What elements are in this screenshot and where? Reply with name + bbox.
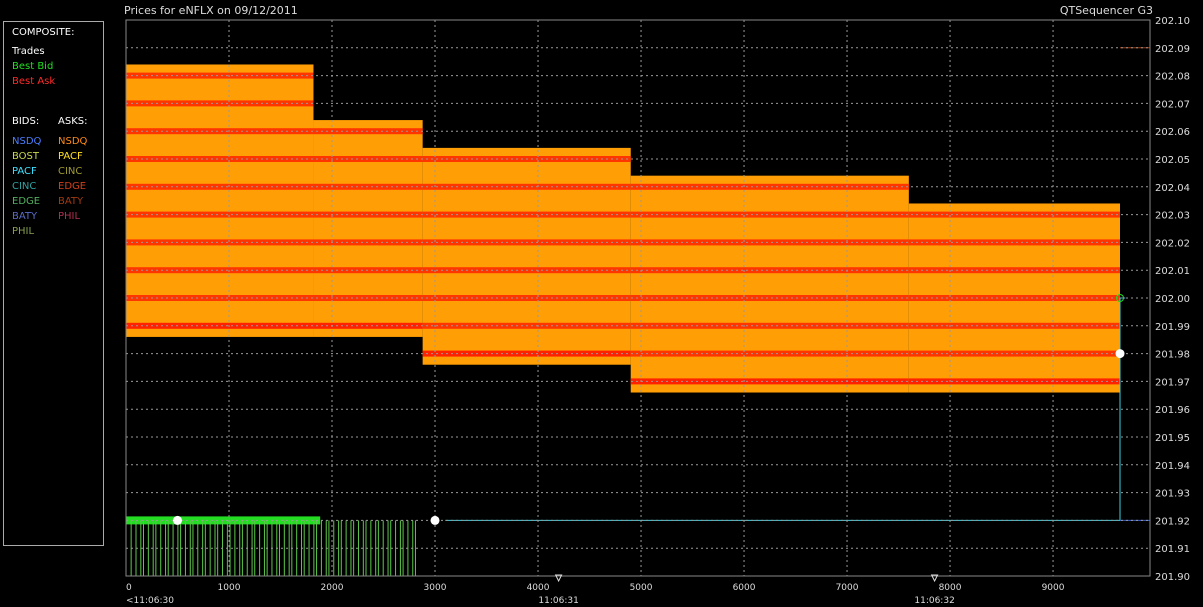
y-tick-label: 201.96 [1155,405,1190,416]
time-marker-label: 11:06:31 [538,596,578,606]
x-tick-label: 8000 [939,583,962,593]
y-tick-label: 202.01 [1155,266,1190,277]
y-tick-label: 202.09 [1155,44,1190,55]
x-tick-label: 5000 [630,583,653,593]
ask-price-stripe [126,100,314,107]
y-tick-label: 201.95 [1155,433,1190,444]
x-tick-label: 6000 [733,583,756,593]
ask-price-stripe [908,322,1120,329]
ask-price-stripe [126,239,314,246]
ask-price-stripe [126,183,314,190]
trade-point [1115,349,1125,359]
ask-price-stripe [126,72,314,79]
x-tick-label: 4000 [527,583,550,593]
x-tick-label: 1000 [218,583,241,593]
y-tick-label: 202.03 [1155,211,1190,222]
y-tick-label: 202.10 [1155,16,1190,27]
ask-depth-segment [422,147,631,365]
ask-price-stripe [908,378,1120,385]
ask-price-stripe [908,295,1120,301]
ask-depth-segment [630,175,909,393]
x-tick-label: 0 [126,583,132,593]
ask-price-stripe [908,239,1120,246]
y-tick-label: 201.94 [1155,461,1190,472]
y-tick-label: 201.97 [1155,377,1190,388]
y-tick-label: 202.06 [1155,127,1190,138]
y-tick-label: 201.99 [1155,322,1190,333]
ask-price-stripe [908,267,1120,274]
y-tick-label: 201.91 [1155,544,1190,555]
y-tick-label: 202.04 [1155,183,1190,194]
ask-depth-segment [313,120,423,337]
ask-price-stripe [126,128,314,135]
y-tick-label: 201.93 [1155,489,1190,500]
trade-point [430,515,440,525]
time-marker-label: 11:06:32 [914,596,954,606]
x-tick-label: 3000 [424,583,447,593]
trade-point [173,515,183,525]
ask-price-stripe [126,267,314,274]
y-tick-label: 201.98 [1155,350,1190,361]
y-tick-label: 202.00 [1155,294,1190,305]
ask-price-stripe [126,156,314,162]
y-tick-label: 202.07 [1155,99,1190,110]
ask-price-stripe [908,350,1120,357]
y-tick-label: 201.90 [1155,572,1190,583]
y-tick-label: 202.08 [1155,72,1190,83]
y-tick-label: 202.02 [1155,238,1190,249]
price-chart: 202.10 202.09 202.08 202.07 202.06 202.05 202.… [125,16,1190,606]
ask-price-stripe [126,295,314,301]
ask-price-stripe [908,211,1120,218]
x-tick-label: 7000 [836,583,859,593]
x-tick-label: 9000 [1042,583,1065,593]
ask-price-stripe [126,322,314,329]
y-tick-label: 202.05 [1155,155,1190,166]
time-marker-label: <11:06:30 [126,596,174,606]
ask-price-stripe [126,211,314,218]
x-tick-label: 2000 [321,583,344,593]
y-tick-label: 201.92 [1155,516,1190,527]
